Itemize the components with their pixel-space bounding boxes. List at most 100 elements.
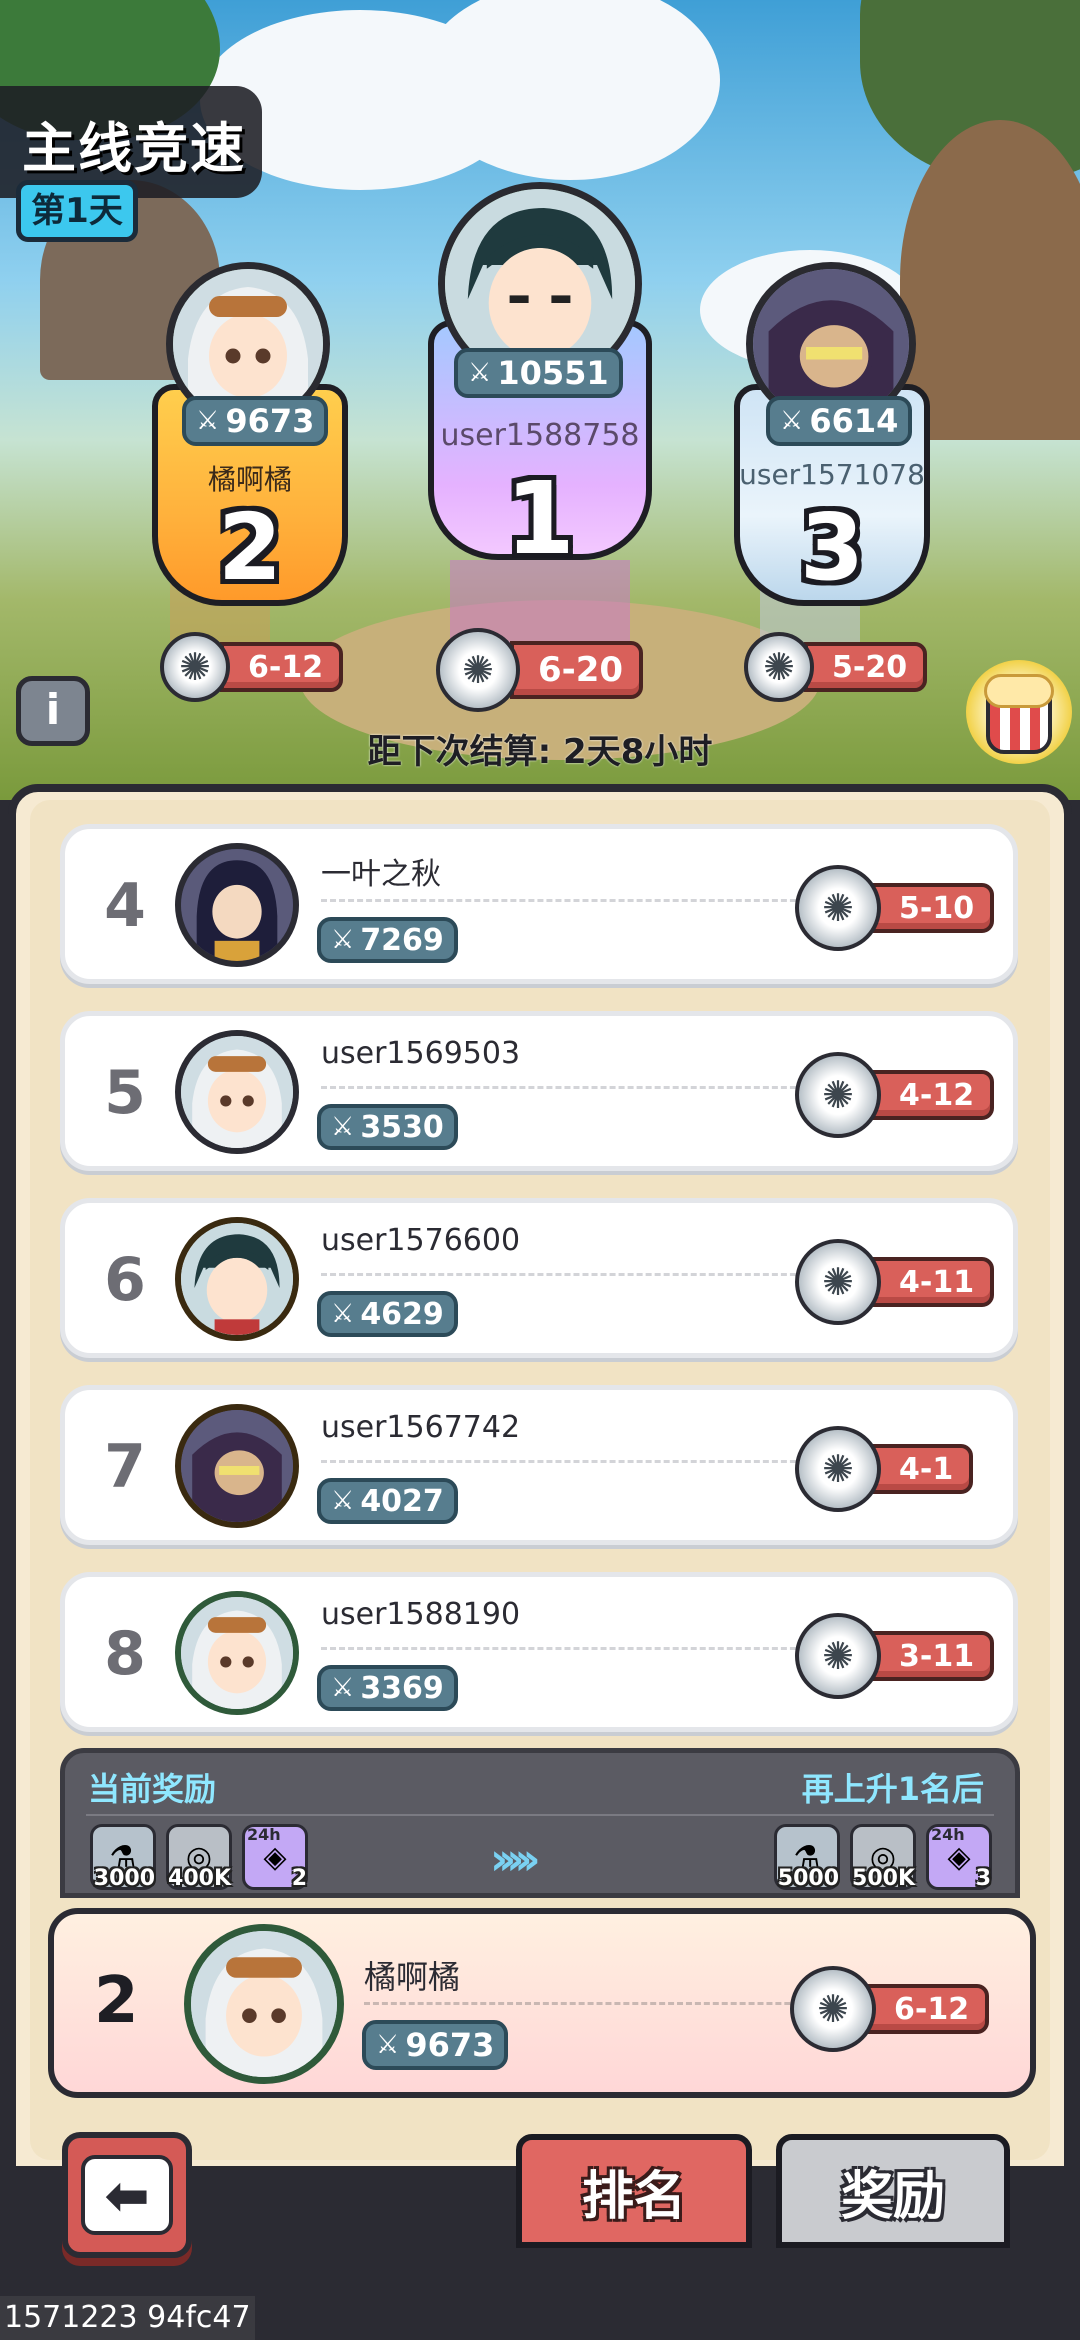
- power-pill: ⚔ 9673: [182, 396, 329, 446]
- divider: [364, 2002, 844, 2005]
- tier-badge: ✺ 4-11: [795, 1239, 995, 1325]
- tab-rewards[interactable]: 奖励: [776, 2134, 1010, 2248]
- reward-item[interactable]: ◎ 400K: [166, 1824, 232, 1891]
- player-avatar[interactable]: [175, 843, 299, 967]
- power-pill: ⚔ 10551: [454, 348, 623, 398]
- podium-rank: 1: [505, 460, 575, 577]
- player-avatar[interactable]: [175, 1217, 299, 1341]
- next-reward-label: 再上升1名后: [801, 1770, 984, 1808]
- reward-item[interactable]: ⚗ 3000: [90, 1824, 156, 1891]
- wolf-crest-icon: ✺: [795, 1052, 881, 1138]
- podium-rank: 3: [799, 494, 864, 601]
- power-pill: ⚔ 7269: [317, 917, 458, 963]
- popcorn-bucket-button[interactable]: [966, 660, 1072, 764]
- reward-item[interactable]: 24h ◈ 2: [242, 1824, 308, 1891]
- tier-badge: ✺ 5-20: [744, 632, 928, 702]
- arrow-chevrons-icon: ›››››: [490, 1834, 541, 1885]
- ticket-24h-icon: ◈: [263, 1839, 287, 1875]
- tier-badge: ✺ 6-12: [160, 632, 344, 702]
- wolf-crest-icon: ✺: [795, 1239, 881, 1325]
- wolf-crest-icon: ✺: [790, 1966, 876, 2052]
- power-icon: ⚔: [196, 406, 220, 436]
- power-pill: ⚔ 9673: [362, 2020, 509, 2070]
- my-rank-number: 2: [94, 1964, 139, 2038]
- wolf-crest-icon: ✺: [436, 628, 520, 712]
- popcorn-icon: [984, 674, 1054, 708]
- power-icon: ⚔: [331, 1112, 355, 1142]
- rank-number: 5: [104, 1058, 146, 1128]
- player-name: 一叶之秋: [321, 857, 441, 892]
- power-pill: ⚔ 4629: [317, 1291, 458, 1337]
- player-name: user1588190: [321, 1597, 521, 1632]
- current-reward-label: 当前奖励: [88, 1770, 217, 1808]
- power-icon: ⚔: [780, 406, 804, 436]
- power-pill: ⚔ 3369: [317, 1665, 458, 1711]
- page-title: 主线竞速: [22, 117, 246, 180]
- rank-number: 8: [104, 1619, 146, 1689]
- tier-badge: ✺ 6-12: [790, 1966, 990, 2052]
- settle-countdown: 距下次结算: 2天8小时: [367, 732, 713, 772]
- tier-badge: ✺ 6-20: [436, 628, 644, 712]
- silver-haired-girl-icon: [181, 1036, 293, 1148]
- player-avatar[interactable]: [175, 1591, 299, 1715]
- podium-name: user1571078: [739, 458, 925, 491]
- divider: [321, 1273, 841, 1276]
- reward-item[interactable]: 24h ◈ 3: [926, 1824, 992, 1891]
- rank-number: 7: [104, 1432, 146, 1502]
- ranking-row[interactable]: 4 一叶之秋 ⚔ 7269 ✺ 5-10: [60, 824, 1018, 984]
- podium-rank: 2: [217, 494, 282, 601]
- wolf-crest-icon: ✺: [160, 632, 230, 702]
- rank-number: 6: [104, 1245, 146, 1315]
- wolf-crest-icon: ✺: [744, 632, 814, 702]
- tier-badge: ✺ 5-10: [795, 865, 995, 951]
- power-icon: ⚔: [331, 1673, 355, 1703]
- player-avatar[interactable]: [175, 1030, 299, 1154]
- rank-number: 4: [104, 871, 146, 941]
- divider: [86, 1814, 994, 1816]
- my-name: 橘啊橘: [364, 1958, 461, 1996]
- podium-name: 橘啊橘: [207, 463, 292, 496]
- day-badge: 第1天: [16, 180, 138, 242]
- my-avatar[interactable]: [184, 1924, 344, 2084]
- back-button[interactable]: ⬅: [62, 2132, 192, 2258]
- player-name: user1567742: [321, 1410, 521, 1445]
- wolf-crest-icon: ✺: [795, 1426, 881, 1512]
- hut: [900, 120, 1080, 440]
- silver-haired-girl-icon: [181, 1597, 293, 1709]
- ticket-24h-icon: ◈: [947, 1839, 971, 1875]
- reward-item[interactable]: ⚗ 5000: [774, 1824, 840, 1891]
- tab-ranking[interactable]: 排名: [516, 2134, 752, 2248]
- my-ranking-row[interactable]: 2 橘啊橘 ⚔ 9673 ✺ 6-12: [48, 1908, 1036, 2098]
- dark-haired-swordsman-icon: [181, 1223, 293, 1335]
- player-name: user1576600: [321, 1223, 521, 1258]
- divider: [321, 1086, 841, 1089]
- power-pill: ⚔ 4027: [317, 1478, 458, 1524]
- dark-haired-mage-icon: [181, 849, 293, 961]
- ranking-row[interactable]: 7 user1567742 ⚔ 4027 ✺ 4-1: [60, 1385, 1018, 1545]
- build-id: 1571223 94fc47: [0, 2296, 255, 2340]
- ranking-row[interactable]: 6 user1576600 ⚔ 4629 ✺ 4-11: [60, 1198, 1018, 1358]
- power-icon: ⚔: [331, 1299, 355, 1329]
- player-name: user1569503: [321, 1036, 521, 1071]
- ranking-row[interactable]: 5 user1569503 ⚔ 3530 ✺ 4-12: [60, 1011, 1018, 1171]
- reward-item[interactable]: ◎ 500K: [850, 1824, 916, 1891]
- tier-badge: ✺ 3-11: [795, 1613, 995, 1699]
- power-icon: ⚔: [331, 1486, 355, 1516]
- power-icon: ⚔: [468, 358, 492, 388]
- divider: [321, 1647, 841, 1650]
- ranking-row[interactable]: 8 user1588190 ⚔ 3369 ✺ 3-11: [60, 1572, 1018, 1732]
- bearded-warrior-icon: [181, 1410, 293, 1522]
- power-icon: ⚔: [331, 925, 355, 955]
- wolf-crest-icon: ✺: [795, 865, 881, 951]
- power-icon: ⚔: [376, 2030, 400, 2060]
- back-arrow-icon: ⬅: [81, 2155, 173, 2235]
- wolf-crest-icon: ✺: [795, 1613, 881, 1699]
- power-pill: ⚔ 3530: [317, 1104, 458, 1150]
- tier-badge: ✺ 4-1: [795, 1426, 974, 1512]
- podium-name: user1588758: [440, 418, 640, 453]
- player-avatar[interactable]: [175, 1404, 299, 1528]
- divider: [321, 1460, 841, 1463]
- divider: [321, 899, 841, 902]
- tier-badge: ✺ 4-12: [795, 1052, 995, 1138]
- power-pill: ⚔ 6614: [766, 396, 913, 446]
